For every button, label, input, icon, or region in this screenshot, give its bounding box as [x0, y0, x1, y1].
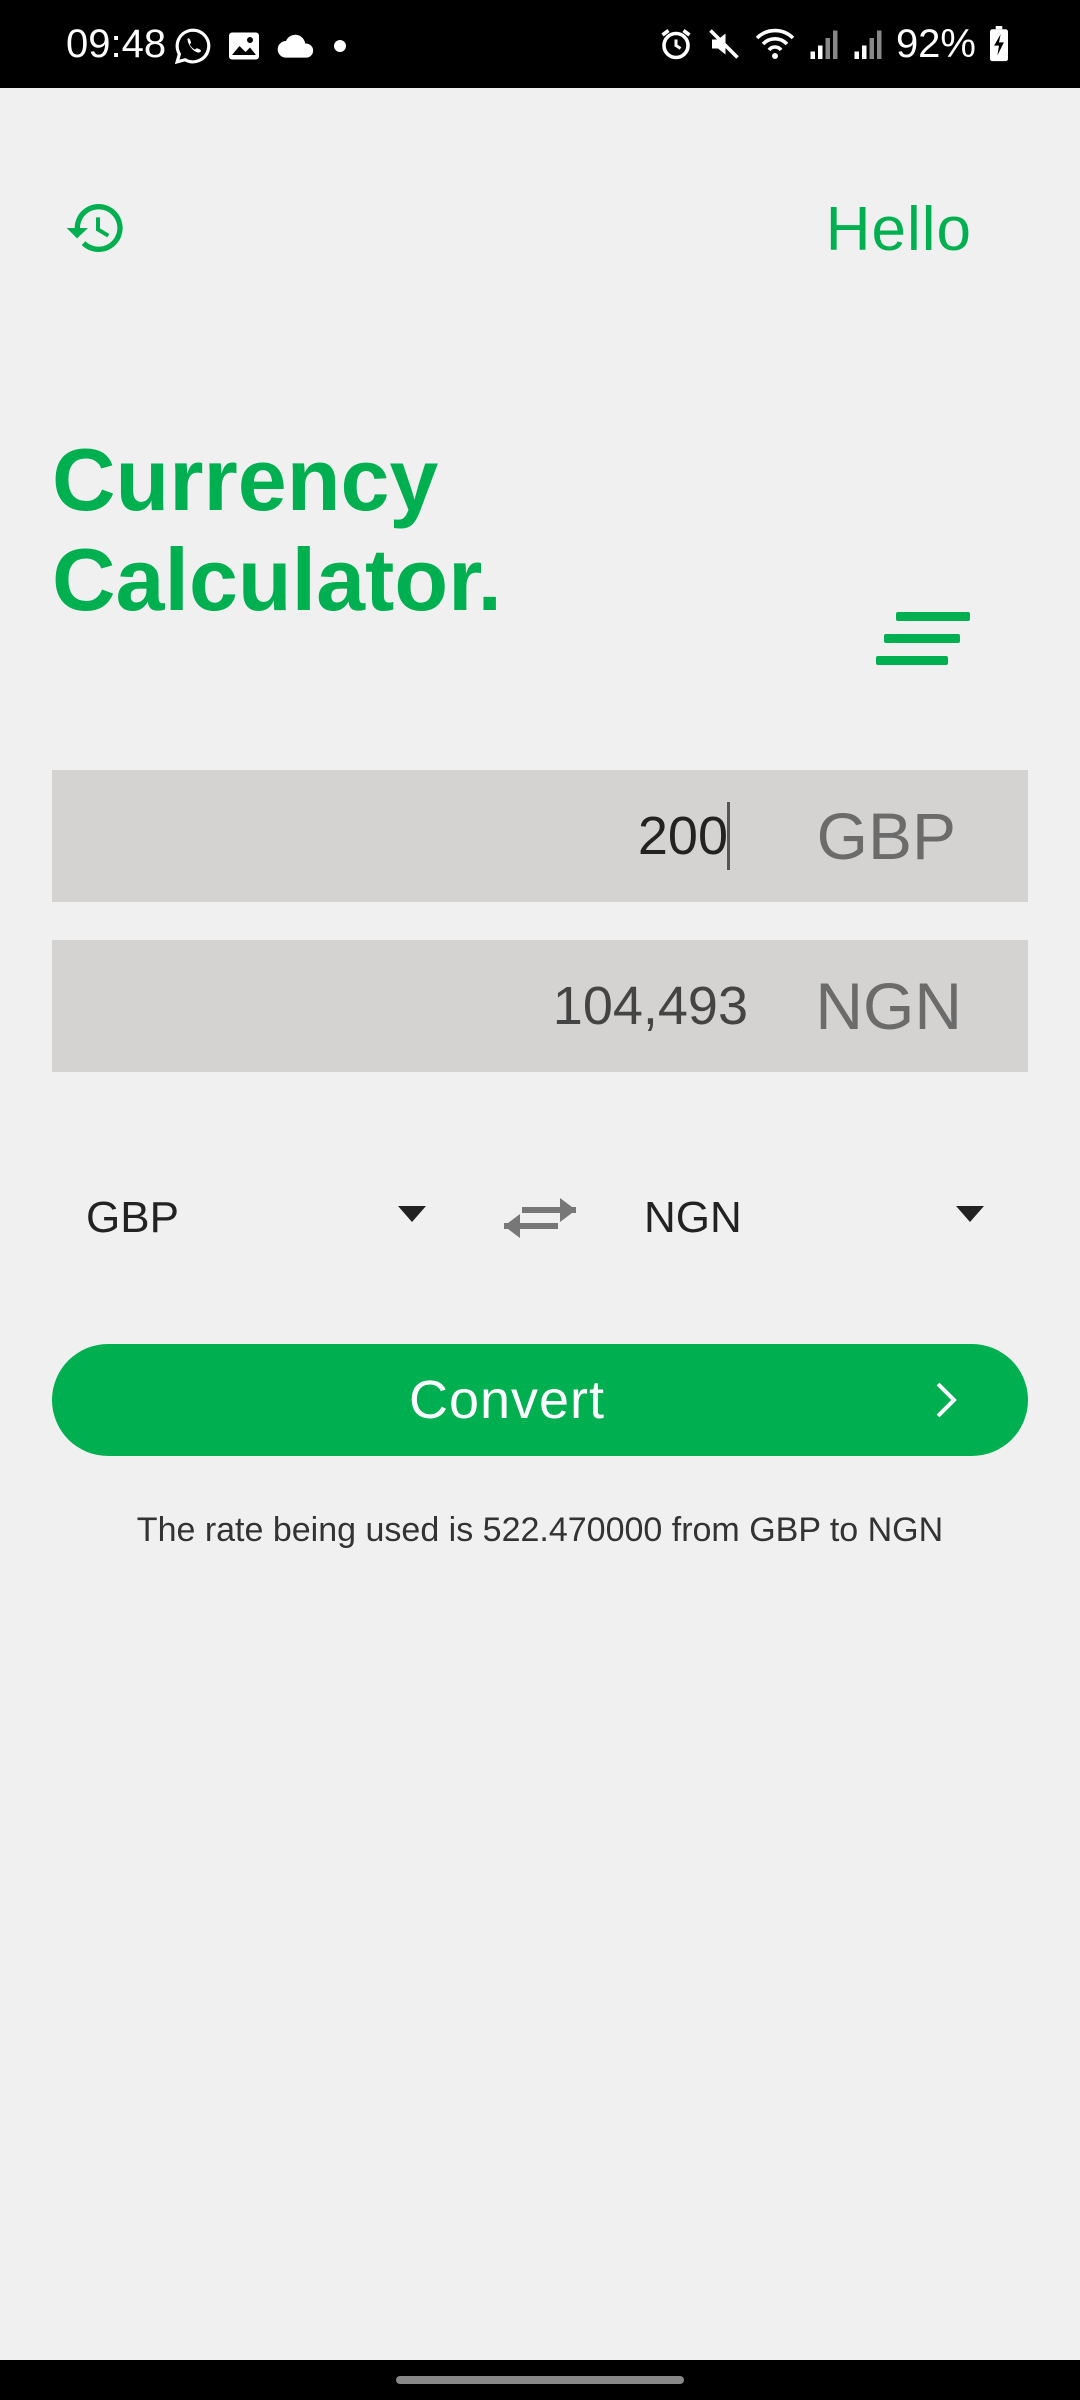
gallery-icon	[229, 32, 259, 60]
status-bar: 09:48 92%	[0, 0, 1080, 88]
amount-to-output: 104,493	[552, 976, 748, 1036]
amount-from-currency: GBP	[816, 799, 956, 873]
signal-icon	[854, 30, 882, 59]
mute-icon	[709, 29, 739, 59]
amount-from-input[interactable]: 200	[638, 770, 728, 902]
greeting-text: Hello	[825, 195, 972, 264]
convert-button[interactable]: Convert	[52, 1344, 1028, 1456]
battery-charging-icon	[990, 26, 1008, 62]
status-notification-icons	[174, 22, 350, 70]
dot-icon	[334, 40, 346, 52]
alarm-icon	[661, 29, 691, 60]
text-cursor	[727, 802, 730, 870]
page-title-line-1: Currency	[52, 430, 439, 529]
exchange-rate-text: The rate being used is 522.470000 from G…	[136, 1511, 944, 1549]
swap-currencies-button[interactable]	[502, 1186, 578, 1250]
to-currency-value: NGN	[644, 1193, 742, 1242]
amount-to-currency: NGN	[815, 969, 962, 1043]
dropdown-arrow-icon	[398, 1206, 426, 1222]
signal-icon	[810, 30, 838, 59]
page-title: Currency Calculator.	[52, 430, 692, 630]
battery-percentage: 92%	[895, 22, 976, 66]
cloud-icon	[277, 34, 314, 58]
status-time: 09:48	[66, 22, 167, 66]
swap-arrows-icon	[504, 1198, 576, 1238]
to-currency-select[interactable]: NGN	[644, 1186, 984, 1250]
from-currency-select[interactable]: GBP	[86, 1186, 426, 1250]
from-currency-value: GBP	[86, 1193, 179, 1242]
page-title-line-2: Calculator.	[52, 530, 502, 629]
wifi-icon	[755, 28, 795, 59]
history-icon	[66, 204, 123, 252]
history-button[interactable]	[64, 196, 128, 260]
convert-button-label: Convert	[408, 1370, 606, 1430]
whatsapp-icon	[174, 28, 211, 65]
navigation-bar	[0, 2360, 1080, 2400]
sort-lines-icon	[876, 612, 970, 665]
amount-from-field[interactable]: 200 GBP	[52, 770, 1028, 902]
status-system-icons: 92%	[658, 18, 1010, 70]
amount-to-field[interactable]: 104,493 NGN	[52, 940, 1028, 1072]
chevron-right-icon	[936, 1382, 957, 1418]
home-indicator[interactable]	[396, 2376, 684, 2384]
menu-button[interactable]	[874, 610, 972, 668]
dropdown-arrow-icon	[956, 1206, 984, 1222]
